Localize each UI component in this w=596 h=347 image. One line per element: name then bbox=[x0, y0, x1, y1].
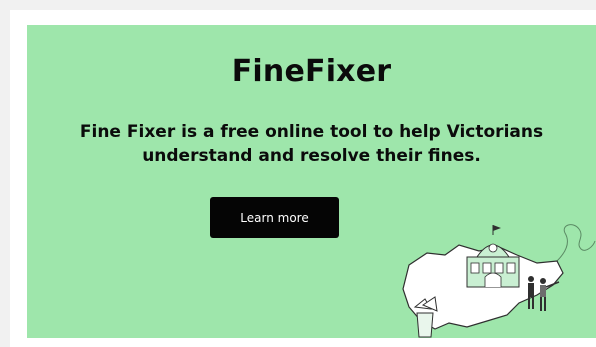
page-frame: FineFixer Fine Fixer is a free online to… bbox=[10, 10, 596, 347]
squiggle-line bbox=[556, 224, 596, 262]
learn-more-button[interactable]: Learn more bbox=[210, 197, 339, 238]
finefixer-banner: FineFixer Fine Fixer is a free online to… bbox=[27, 25, 596, 338]
banner-description: Fine Fixer is a free online tool to help… bbox=[79, 122, 544, 166]
victoria-map-illustration-icon bbox=[402, 224, 596, 338]
banner-title: FineFixer bbox=[231, 54, 392, 89]
